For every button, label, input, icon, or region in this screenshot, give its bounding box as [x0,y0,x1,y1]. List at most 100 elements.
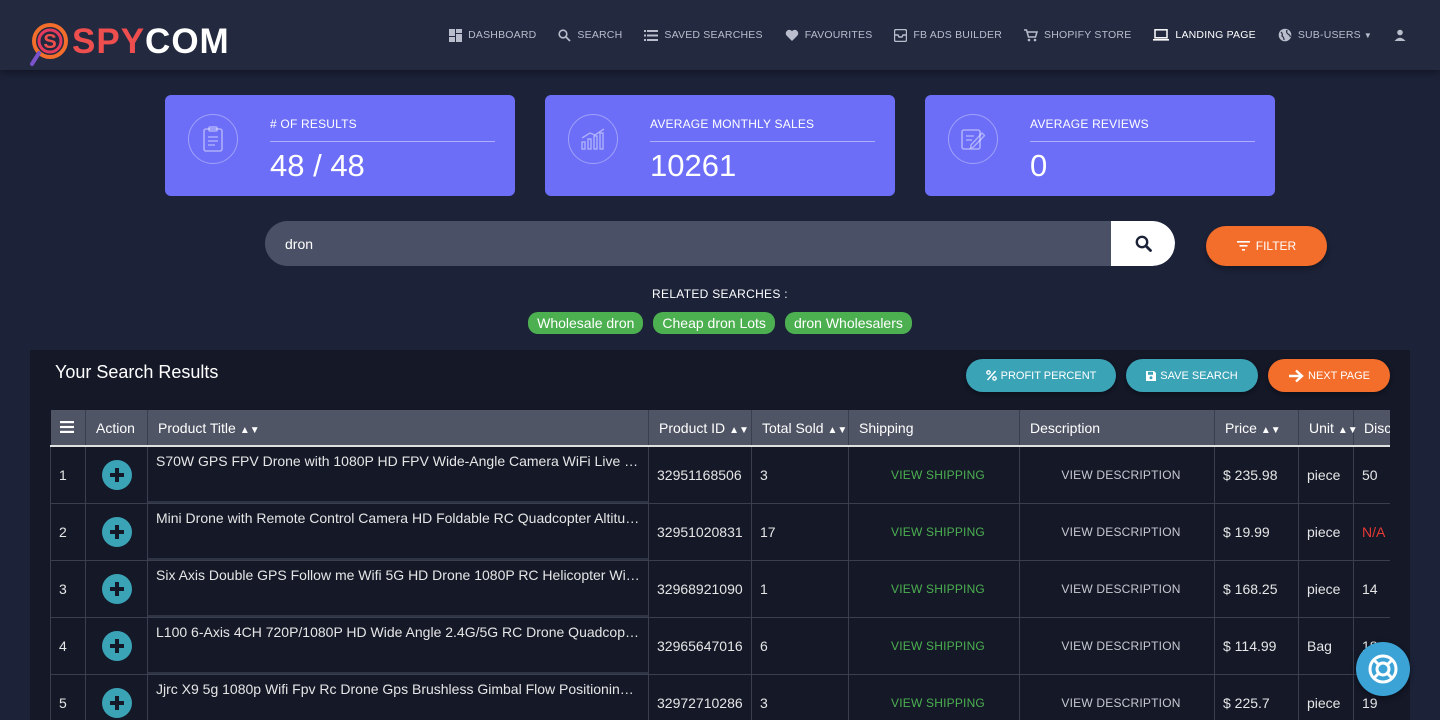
plus-icon [110,638,124,653]
column-header-price[interactable]: Price ▲▼ [1214,410,1299,447]
shipping-cell: VIEW SHIPPING [848,616,1020,675]
nav-favourites[interactable]: FAVOURITES [785,29,873,42]
column-header-product-title[interactable]: Product Title ▲▼ [147,410,649,447]
sort-icon[interactable]: ▲▼ [240,425,260,436]
view-description-link[interactable]: VIEW DESCRIPTION [1028,468,1214,482]
column-header-label: Total Sold [762,419,824,436]
add-product-button[interactable] [102,516,132,547]
stat-card-monthly-sales: AVERAGE MONTHLY SALES 10261 [545,95,895,196]
profit-percent-button[interactable]: PROFIT PERCENT [966,359,1116,392]
row-number: 2 [50,502,86,561]
sort-icon[interactable]: ▲▼ [827,425,847,436]
view-description-link[interactable]: VIEW DESCRIPTION [1028,525,1214,539]
product-title-cell: Six Axis Double GPS Follow me Wifi 5G HD… [147,559,649,618]
row-number: 3 [50,559,86,618]
product-title[interactable]: Six Axis Double GPS Follow me Wifi 5G HD… [156,567,640,583]
related-tag[interactable]: Wholesale dron [528,312,644,334]
description-cell: VIEW DESCRIPTION [1019,502,1215,561]
nav-landing-page[interactable]: LANDING PAGE [1153,29,1256,41]
sort-icon[interactable]: ▲▼ [1338,425,1358,436]
description-cell: VIEW DESCRIPTION [1019,559,1215,618]
floppy-disk-icon [1146,370,1157,381]
add-product-button[interactable] [102,687,132,718]
product-id: 32951168506 [648,445,752,504]
stat-label: AVERAGE MONTHLY SALES [650,117,815,131]
table-row: 5 Jjrc X9 5g 1080p Wifi Fpv Rc Drone Gps … [50,673,1390,720]
nav-shopify-store[interactable]: SHOPIFY STORE [1024,28,1132,42]
product-title[interactable]: L100 6-Axis 4CH 720P/1080P HD Wide Angle… [156,624,640,640]
total-sold: 1 [751,559,849,618]
nav-fb-ads-builder[interactable]: FB ADS BUILDER [894,28,1002,42]
laptop-icon [1153,29,1170,41]
description-cell: VIEW DESCRIPTION [1019,445,1215,504]
add-product-button[interactable] [102,573,132,604]
product-title[interactable]: Jjrc X9 5g 1080p Wifi Fpv Rc Drone Gps B… [156,681,640,697]
edit-note-icon [948,114,998,164]
view-description-link[interactable]: VIEW DESCRIPTION [1028,639,1214,653]
chevron-down-icon: ▼ [1363,30,1372,40]
nav-search-label: SEARCH [577,29,623,41]
product-title[interactable]: Mini Drone with Remote Control Camera HD… [156,510,640,526]
column-header-total-sold[interactable]: Total Sold ▲▼ [751,410,849,447]
related-tag[interactable]: dron Wholesalers [784,312,912,334]
product-id: 32972710286 [648,673,752,720]
column-header-action: Action [85,410,148,447]
view-shipping-link[interactable]: VIEW SHIPPING [857,525,1019,539]
price: $ 225.7 [1214,673,1299,720]
search-results-panel: Your Search Results PROFIT PERCENT SAVE … [30,350,1410,720]
nav-saved-searches[interactable]: SAVED SEARCHES [644,29,762,41]
nav-account[interactable] [1394,29,1412,41]
column-menu-button[interactable] [50,410,86,447]
stat-label: # OF RESULTS [270,117,357,131]
view-description-link[interactable]: VIEW DESCRIPTION [1028,696,1214,710]
search-button[interactable] [1111,221,1175,266]
results-table-wrapper: Action Product Title ▲▼ Product ID ▲▼ Tota… [50,410,1390,720]
nav-fb-ads-builder-label: FB ADS BUILDER [913,29,1002,41]
view-shipping-link[interactable]: VIEW SHIPPING [857,468,1019,482]
add-product-button[interactable] [102,630,132,661]
total-sold: 6 [751,616,849,675]
product-id: 32951020831 [648,502,752,561]
table-row: 1 S70W GPS FPV Drone with 1080P HD FPV Wi… [50,445,1390,504]
unit: piece [1298,502,1354,561]
stat-label: AVERAGE REVIEWS [1030,117,1149,131]
search-icon [558,28,572,42]
nav-sub-users[interactable]: SUB-USERS ▼ [1278,28,1372,42]
shipping-cell: VIEW SHIPPING [848,445,1020,504]
unit: piece [1298,673,1354,720]
search-input[interactable] [265,221,1111,266]
percent-icon [985,370,997,381]
stat-value: 48 / 48 [270,148,365,183]
sort-icon[interactable]: ▲▼ [1261,425,1281,436]
logo-spy-text: SPY [72,21,146,61]
spycom-logo[interactable]: S SPYCOM [30,18,230,66]
related-tag[interactable]: Cheap dron Lots [653,312,775,334]
product-title[interactable]: S70W GPS FPV Drone with 1080P HD FPV Wid… [156,453,640,469]
nav-shopify-store-label: SHOPIFY STORE [1044,29,1132,41]
list-icon [644,29,659,41]
next-page-button[interactable]: NEXT PAGE [1268,359,1390,392]
column-header-label: Product ID [659,419,726,436]
profit-percent-label: PROFIT PERCENT [1000,369,1097,382]
view-shipping-link[interactable]: VIEW SHIPPING [857,639,1019,653]
filter-button[interactable]: FILTER [1206,226,1327,266]
column-header-unit[interactable]: Unit ▲▼ [1298,410,1358,447]
add-product-button[interactable] [102,459,132,490]
column-header-product-id[interactable]: Product ID ▲▼ [648,410,752,447]
view-shipping-link[interactable]: VIEW SHIPPING [857,582,1019,596]
save-search-button[interactable]: SAVE SEARCH [1126,359,1258,392]
nav-search[interactable]: SEARCH [558,28,623,42]
column-header-discount[interactable]: Disco [1353,410,1390,447]
column-header-description: Description [1019,410,1215,447]
row-number: 5 [50,673,86,720]
view-description-link[interactable]: VIEW DESCRIPTION [1028,582,1214,596]
price: $ 114.99 [1214,616,1299,675]
row-action [85,502,148,561]
logo-wordmark: SPYCOM [72,24,230,59]
user-icon [1394,29,1406,41]
help-button[interactable] [1356,642,1410,696]
sort-icon[interactable]: ▲▼ [729,425,749,436]
view-shipping-link[interactable]: VIEW SHIPPING [857,696,1019,710]
row-number: 4 [50,616,86,675]
nav-dashboard[interactable]: DASHBOARD [449,28,536,42]
